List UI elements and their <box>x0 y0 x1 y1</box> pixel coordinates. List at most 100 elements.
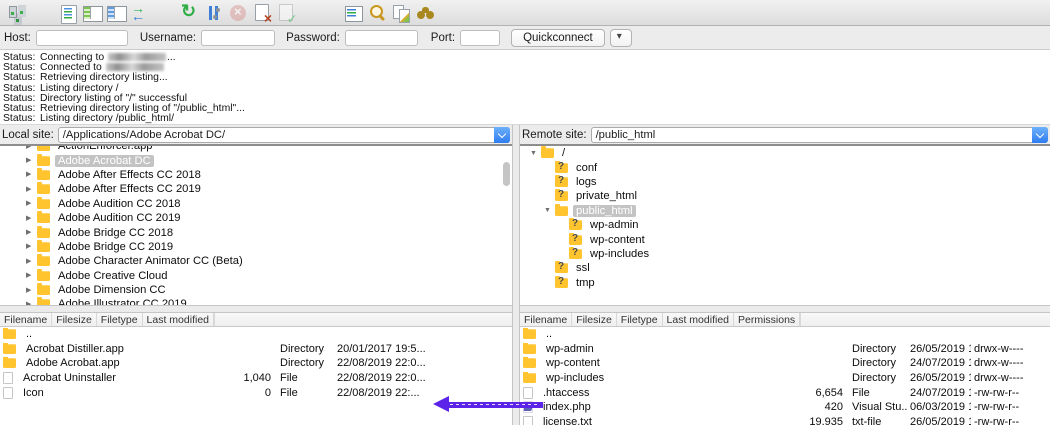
tree-item-label: conf <box>573 162 600 174</box>
tree-item[interactable]: Adobe Character Animator CC (Beta) <box>0 254 512 268</box>
file-row[interactable]: wp-includes Directory 26/05/2019 1... dr… <box>520 371 1050 386</box>
file-row[interactable]: Icon 0 File 22/08/2019 22:... <box>0 385 512 400</box>
tree-item-label: Adobe Bridge CC 2019 <box>55 241 176 253</box>
column-header[interactable]: Permissions <box>734 313 800 326</box>
tree-item[interactable]: ActionEnforcer.app <box>0 144 512 153</box>
disclosure-triangle-icon[interactable] <box>26 272 37 279</box>
tree-item[interactable]: Adobe Bridge CC 2018 <box>0 225 512 239</box>
quickconnect-button[interactable]: Quickconnect <box>511 29 605 47</box>
tree-item[interactable]: public_html <box>520 204 1050 218</box>
cancel-icon[interactable] <box>227 2 249 24</box>
quickconnect-dropdown-button[interactable] <box>610 29 632 47</box>
tree-item[interactable]: / <box>520 146 1050 160</box>
file-row[interactable]: Acrobat Uninstaller 1,040 File 22/08/201… <box>0 371 512 386</box>
chevron-down-icon[interactable] <box>1032 127 1048 143</box>
file-row[interactable]: .htaccess 6,654 File 24/07/2019 1... -rw… <box>520 385 1050 400</box>
tree-item[interactable]: Adobe After Effects CC 2019 <box>0 182 512 196</box>
vertical-splitter[interactable] <box>512 125 520 425</box>
disclosure-triangle-icon[interactable] <box>26 186 37 193</box>
disclosure-triangle-icon[interactable] <box>26 287 37 294</box>
folder-icon <box>37 156 50 166</box>
disclosure-triangle-icon[interactable] <box>26 301 37 305</box>
file-row[interactable]: .. <box>520 327 1050 342</box>
synchronized-browsing-icon[interactable] <box>390 2 412 24</box>
file-row[interactable]: Acrobat Distiller.app Directory 20/01/20… <box>0 342 512 357</box>
status-label: Status: <box>0 114 40 124</box>
tree-item[interactable]: Adobe Dimension CC <box>0 283 512 297</box>
remote-site-combo[interactable]: /public_html <box>591 127 1048 143</box>
tree-item[interactable]: ssl <box>520 261 1050 275</box>
disclosure-triangle-icon[interactable] <box>26 215 37 222</box>
tree-item[interactable]: Adobe Bridge CC 2019 <box>0 240 512 254</box>
remote-file-list[interactable]: Filename Filesize Filetype Last modified… <box>520 313 1050 425</box>
refresh-icon[interactable] <box>179 2 201 24</box>
tree-item[interactable]: wp-content <box>520 232 1050 246</box>
column-header[interactable]: Filesize <box>52 313 97 326</box>
tree-item[interactable]: Adobe Audition CC 2019 <box>0 211 512 225</box>
file-row[interactable]: index.php 420 Visual Stu... 06/03/2019 1… <box>520 400 1050 415</box>
site-manager-icon[interactable] <box>6 2 28 24</box>
column-header[interactable]: Filetype <box>97 313 143 326</box>
file-row[interactable]: license.txt 19,935 txt-file 26/05/2019 1… <box>520 415 1050 425</box>
file-row[interactable]: Adobe Acrobat.app Directory 22/08/2019 2… <box>0 356 512 371</box>
tree-item[interactable]: Adobe Illustrator CC 2019 <box>0 297 512 305</box>
column-header[interactable]: Filesize <box>572 313 617 326</box>
disclosure-triangle-icon[interactable] <box>530 150 541 157</box>
tree-item-label: Adobe After Effects CC 2018 <box>55 169 204 181</box>
tree-item[interactable]: tmp <box>520 276 1050 290</box>
disclosure-triangle-icon[interactable] <box>26 144 37 150</box>
tree-item[interactable]: wp-includes <box>520 247 1050 261</box>
disclosure-triangle-icon[interactable] <box>26 171 37 178</box>
tree-item-label: Adobe After Effects CC 2019 <box>55 183 204 195</box>
file-icon <box>3 358 16 368</box>
file-row[interactable]: wp-admin Directory 26/05/2019 1... drwx-… <box>520 342 1050 357</box>
disconnect-icon[interactable] <box>251 2 273 24</box>
scrollbar-thumb[interactable] <box>503 162 510 186</box>
filter-icon[interactable] <box>366 2 388 24</box>
reconnect-icon[interactable] <box>275 2 297 24</box>
horizontal-splitter[interactable] <box>0 305 512 313</box>
local-file-list[interactable]: Filename Filesize Filetype Last modified… <box>0 313 512 425</box>
host-field[interactable] <box>36 30 128 46</box>
process-queue-icon[interactable] <box>203 2 225 24</box>
tree-item[interactable]: Adobe After Effects CC 2018 <box>0 168 512 182</box>
column-header[interactable]: Filename <box>520 313 572 326</box>
local-directory-tree[interactable]: ActionEnforcer.app Adobe Acrobat DC Adob… <box>0 144 512 305</box>
transfer-queue-icon[interactable] <box>129 2 151 24</box>
username-field[interactable] <box>201 30 275 46</box>
horizontal-splitter[interactable] <box>520 305 1050 313</box>
chevron-down-icon[interactable] <box>494 127 510 143</box>
tree-item[interactable]: conf <box>520 160 1050 174</box>
file-name: wp-admin <box>546 343 594 355</box>
disclosure-triangle-icon[interactable] <box>544 207 555 214</box>
column-header[interactable]: Filename <box>0 313 52 326</box>
disclosure-triangle-icon[interactable] <box>26 258 37 265</box>
tree-item[interactable]: Adobe Audition CC 2018 <box>0 197 512 211</box>
tree-item-label: logs <box>573 176 600 188</box>
local-site-combo[interactable]: /Applications/Adobe Acrobat DC/ <box>58 127 510 143</box>
tree-item[interactable]: Adobe Creative Cloud <box>0 269 512 283</box>
file-type: File <box>849 387 907 399</box>
local-treeview-icon[interactable] <box>81 2 103 24</box>
disclosure-triangle-icon[interactable] <box>26 243 37 250</box>
find-files-icon[interactable] <box>414 2 436 24</box>
column-header[interactable]: Filetype <box>617 313 663 326</box>
disclosure-triangle-icon[interactable] <box>26 229 37 236</box>
tree-item[interactable]: logs <box>520 175 1050 189</box>
password-field[interactable] <box>345 30 418 46</box>
message-log-icon[interactable] <box>57 2 79 24</box>
file-row[interactable]: wp-content Directory 24/07/2019 1... drw… <box>520 356 1050 371</box>
tree-item[interactable]: wp-admin <box>520 218 1050 232</box>
directory-comparison-icon[interactable] <box>342 2 364 24</box>
disclosure-triangle-icon[interactable] <box>26 157 37 164</box>
remote-directory-tree[interactable]: / conf logs <box>520 144 1050 305</box>
tree-item[interactable]: Adobe Acrobat DC <box>0 153 512 167</box>
tree-item[interactable]: private_html <box>520 189 1050 203</box>
port-field[interactable] <box>460 30 500 46</box>
column-header[interactable]: Last modified <box>143 313 214 326</box>
disclosure-triangle-icon[interactable] <box>26 200 37 207</box>
file-row[interactable]: .. <box>0 327 512 342</box>
remote-treeview-icon[interactable] <box>105 2 127 24</box>
column-header[interactable]: Last modified <box>663 313 734 326</box>
status-line: Status: Retrieving directory listing... <box>0 73 1050 83</box>
